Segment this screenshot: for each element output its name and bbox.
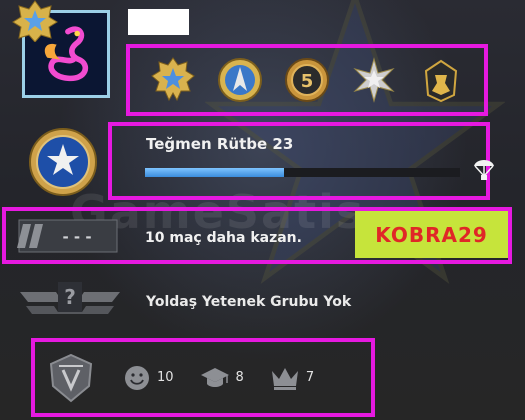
friendly-count: 10 [157, 370, 174, 385]
rank-emblem-icon [29, 128, 97, 196]
promo-code-label: KOBRA29 [355, 211, 508, 258]
rank-title: Teğmen Rütbe 23 [146, 135, 294, 153]
svg-text:?: ? [64, 285, 76, 309]
wins-needed-text: 10 maç daha kazan. [145, 230, 302, 246]
rank-panel [108, 122, 490, 200]
skill-group-unknown-icon: ? [20, 282, 120, 314]
soldier-pin-icon[interactable] [418, 57, 464, 103]
five-year-coin-icon[interactable]: 5 [284, 57, 330, 103]
parachute-drop-icon[interactable] [472, 156, 496, 182]
leader-stat[interactable]: 7 [270, 365, 314, 391]
teacher-count: 8 [235, 370, 244, 385]
service-medal-star-icon[interactable] [150, 57, 196, 103]
svg-text:5: 5 [301, 71, 314, 92]
silver-star-medal-icon[interactable] [351, 57, 397, 103]
teacher-stat[interactable]: 8 [200, 365, 244, 391]
leader-count: 7 [305, 370, 315, 385]
unranked-badge-text: - - - [62, 228, 91, 246]
unranked-badge-icon: - - - [17, 219, 118, 253]
smiley-icon [125, 365, 149, 390]
commendations-panel: 10 8 7 [31, 338, 375, 417]
xp-progress-bar [145, 168, 460, 177]
crown-icon [271, 367, 298, 390]
skill-group-text: Yoldaş Yetenek Grubu Yok [146, 294, 352, 310]
xp-progress-fill [145, 168, 284, 177]
operation-coin-icon[interactable] [217, 57, 263, 103]
medal-showcase: 5 [126, 44, 488, 116]
service-star-icon [12, 0, 58, 42]
friendly-stat[interactable]: 10 [123, 364, 174, 392]
grad-cap-icon [200, 367, 229, 387]
player-name [128, 9, 189, 35]
service-emblem-icon [49, 353, 93, 402]
